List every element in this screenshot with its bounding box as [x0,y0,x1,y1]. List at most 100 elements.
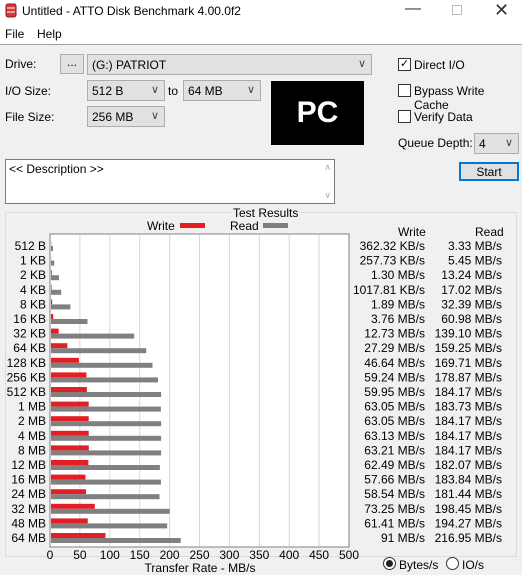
results-chart: 0 50 100 150 200 250 300 350 400 450 500 Transfer R… [7,233,502,575]
write-bar [51,387,87,392]
read-bar [51,421,162,427]
read-bar [51,246,53,251]
read-bar [51,333,135,339]
y-tick-label: 2 KB [20,268,46,282]
read-value: 139.10 MB/s [435,327,502,341]
read-value: 216.95 MB/s [435,531,502,545]
write-bar [51,372,87,378]
x-tick-label: 450 [309,548,329,562]
y-tick-label: 64 MB [11,531,46,545]
write-value: 57.66 MB/s [364,473,425,487]
write-bar [51,533,106,538]
write-bar [51,401,89,407]
write-value: 3.76 MB/s [371,312,425,326]
read-bar [51,275,59,281]
y-tick-label: 64 KB [13,341,46,355]
y-tick-label: 12 MB [11,458,46,472]
write-value: 73.25 MB/s [364,502,425,516]
y-tick-label: 8 MB [18,443,46,457]
write-bar [51,357,79,363]
write-bar [51,299,53,305]
read-value: 184.17 MB/s [435,385,502,399]
write-value: 63.05 MB/s [364,414,425,428]
x-tick-label: 150 [130,548,150,562]
y-tick-label: 4 MB [18,429,46,443]
read-bar [51,289,62,295]
io-radio-label: IO/s [462,558,485,572]
read-bar [51,538,181,543]
read-bar [51,508,170,514]
read-bar [51,319,88,324]
write-bar [51,460,89,465]
read-value: 198.45 MB/s [435,502,502,516]
read-bar [51,465,160,470]
read-value: 184.17 MB/s [435,414,502,428]
y-tick-label: 1 KB [20,254,46,268]
write-value: 61.41 MB/s [364,516,425,530]
write-bar [51,328,59,334]
read-value: 169.71 MB/s [435,356,502,370]
read-value: 184.17 MB/s [435,443,502,457]
x-axis-title: Transfer Rate - MB/s [145,561,256,575]
y-tick-label: 512 KB [7,385,46,399]
write-bar [51,430,89,436]
y-tick-label: 4 KB [20,283,46,297]
read-bar [51,377,158,383]
write-bar [51,343,68,349]
write-value: 257.73 KB/s [360,254,425,268]
read-bar [51,392,162,397]
read-bar [51,494,160,500]
write-bar [51,270,52,276]
x-tick-label: 250 [189,548,209,562]
bytes-radio[interactable] [383,557,396,570]
write-value: 58.54 MB/s [364,487,425,501]
write-bar [51,416,89,422]
y-tick-label: 512 B [15,239,46,253]
y-tick-label: 48 MB [11,516,46,530]
y-tick-label: 256 KB [7,370,46,384]
write-value: 59.24 MB/s [364,370,425,384]
write-value: 1.30 MB/s [371,268,425,282]
write-value: 12.73 MB/s [364,327,425,341]
y-tick-label: 16 KB [13,312,46,326]
write-bar [51,445,89,451]
read-value: 194.27 MB/s [435,516,502,530]
x-tick-label: 200 [160,548,180,562]
write-value: 46.64 MB/s [364,356,425,370]
x-tick-label: 400 [279,548,299,562]
write-value: 362.32 KB/s [360,239,425,253]
read-bar [51,362,153,368]
write-value: 63.13 MB/s [364,429,425,443]
write-value: 63.05 MB/s [364,400,425,414]
y-tick-label: 1 MB [18,400,46,414]
write-bar [51,518,88,524]
y-tick-label: 24 MB [11,487,46,501]
read-bar [51,406,161,412]
write-value: 27.29 MB/s [364,341,425,355]
y-tick-label: 32 KB [13,327,46,341]
read-bar [51,348,147,354]
read-value: 159.25 MB/s [435,341,502,355]
read-bar [51,435,162,441]
y-tick-label: 8 KB [20,297,46,311]
write-bar [51,503,95,509]
write-value: 1.89 MB/s [371,297,425,311]
x-tick-label: 500 [339,548,359,562]
write-value: 63.21 MB/s [364,443,425,457]
y-tick-label: 16 MB [11,473,46,487]
x-tick-label: 300 [219,548,239,562]
write-value: 91 MB/s [381,531,425,545]
read-value: 183.84 MB/s [435,473,502,487]
x-tick-label: 50 [73,548,87,562]
write-bar [51,489,87,495]
read-value: 178.87 MB/s [435,370,502,384]
read-bar [51,479,161,485]
read-bar [51,523,168,529]
write-bar [51,284,52,290]
y-tick-label: 32 MB [11,502,46,516]
read-value: 182.07 MB/s [435,458,502,472]
read-value: 3.33 MB/s [448,239,502,253]
y-tick-label: 128 KB [7,356,46,370]
io-radio[interactable] [446,557,459,570]
read-bar [51,260,55,266]
